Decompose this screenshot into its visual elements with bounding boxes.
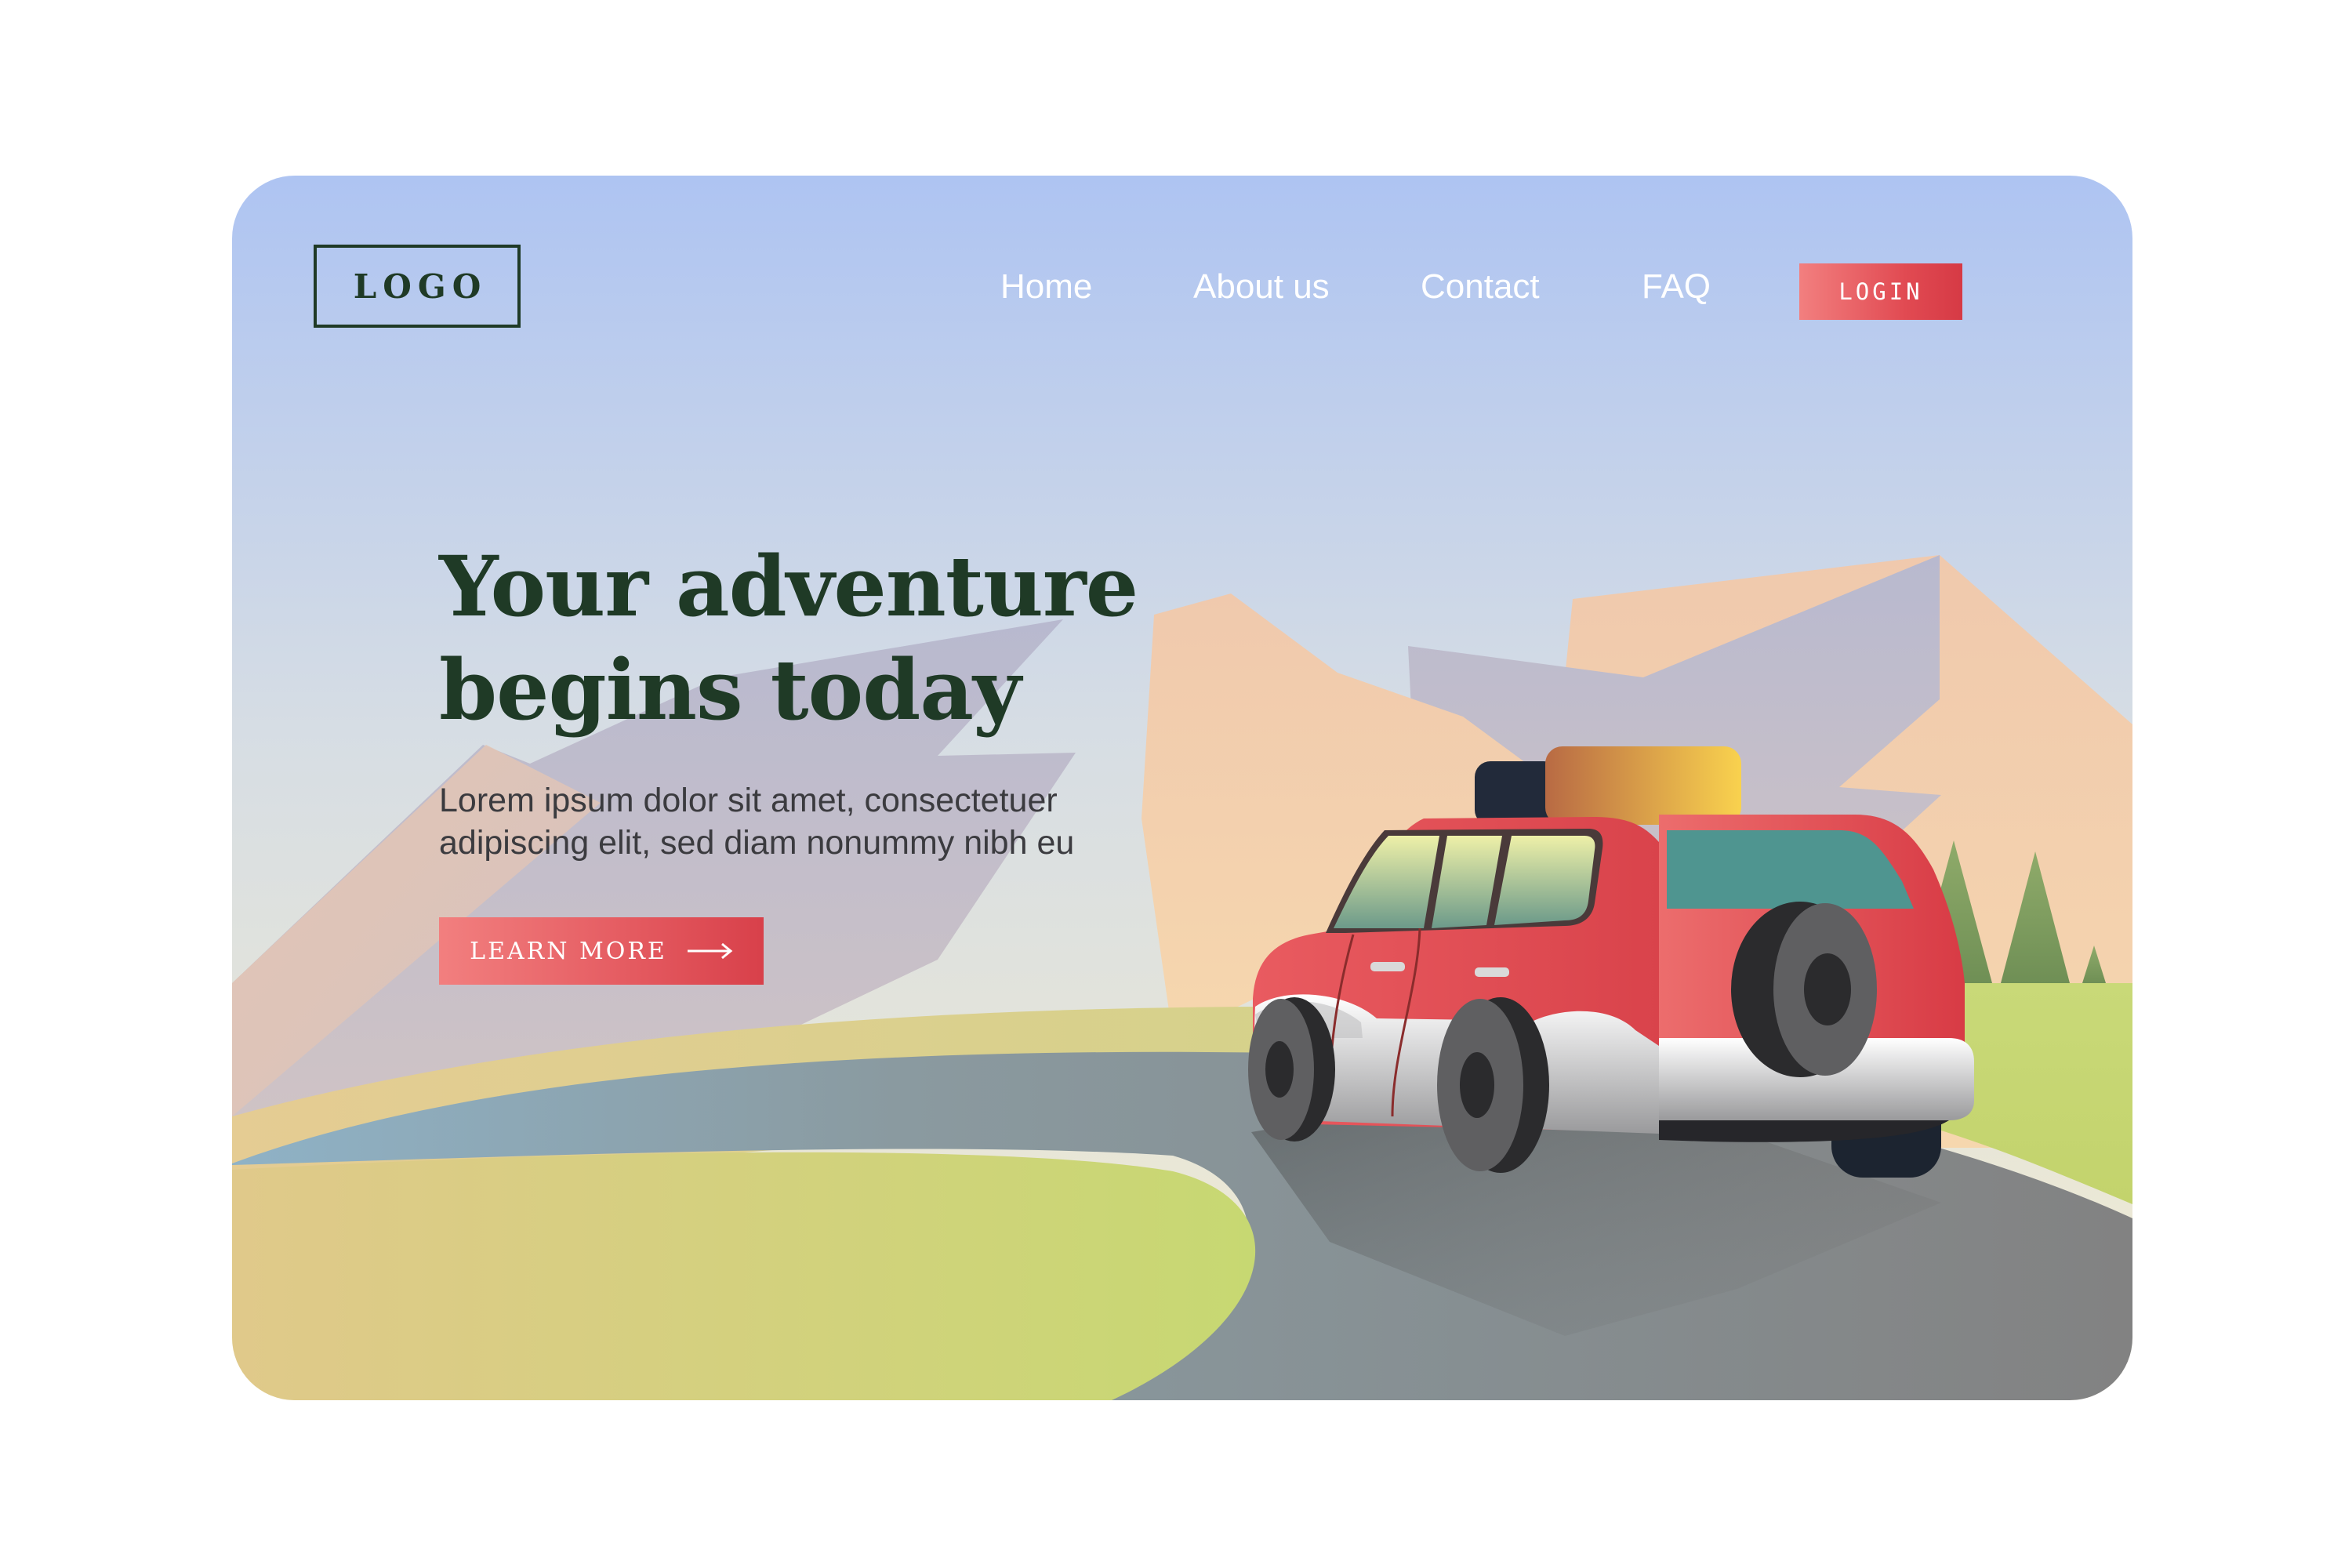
landing-card: LOGO Home About us Contact FAQ LOGIN You… bbox=[232, 176, 2132, 1400]
login-button[interactable]: LOGIN bbox=[1799, 263, 1962, 320]
hero-title-line-2: begins today bbox=[439, 641, 1022, 739]
login-button-label: LOGIN bbox=[1838, 278, 1923, 305]
nav-about-us[interactable]: About us bbox=[1193, 270, 1330, 304]
logo[interactable]: LOGO bbox=[314, 245, 521, 328]
hero-subtitle-line-1: Lorem ipsum dolor sit amet, consectetuer bbox=[439, 782, 1058, 819]
learn-more-button[interactable]: LEARN MORE bbox=[439, 917, 764, 985]
nav-faq[interactable]: FAQ bbox=[1642, 270, 1711, 304]
hero-subtitle: Lorem ipsum dolor sit amet, consectetuer… bbox=[439, 779, 1074, 864]
nav-home[interactable]: Home bbox=[1000, 270, 1092, 304]
nav-contact[interactable]: Contact bbox=[1421, 270, 1540, 304]
arrow-right-icon bbox=[687, 942, 733, 960]
hero-title-line-1: Your adventure bbox=[439, 537, 1138, 635]
logo-text: LOGO bbox=[353, 267, 488, 306]
hero-subtitle-line-2: adipiscing elit, sed diam nonummy nibh e… bbox=[439, 824, 1075, 862]
learn-more-label: LEARN MORE bbox=[470, 937, 667, 965]
hero-title: Your adventure begins today bbox=[439, 535, 1138, 742]
